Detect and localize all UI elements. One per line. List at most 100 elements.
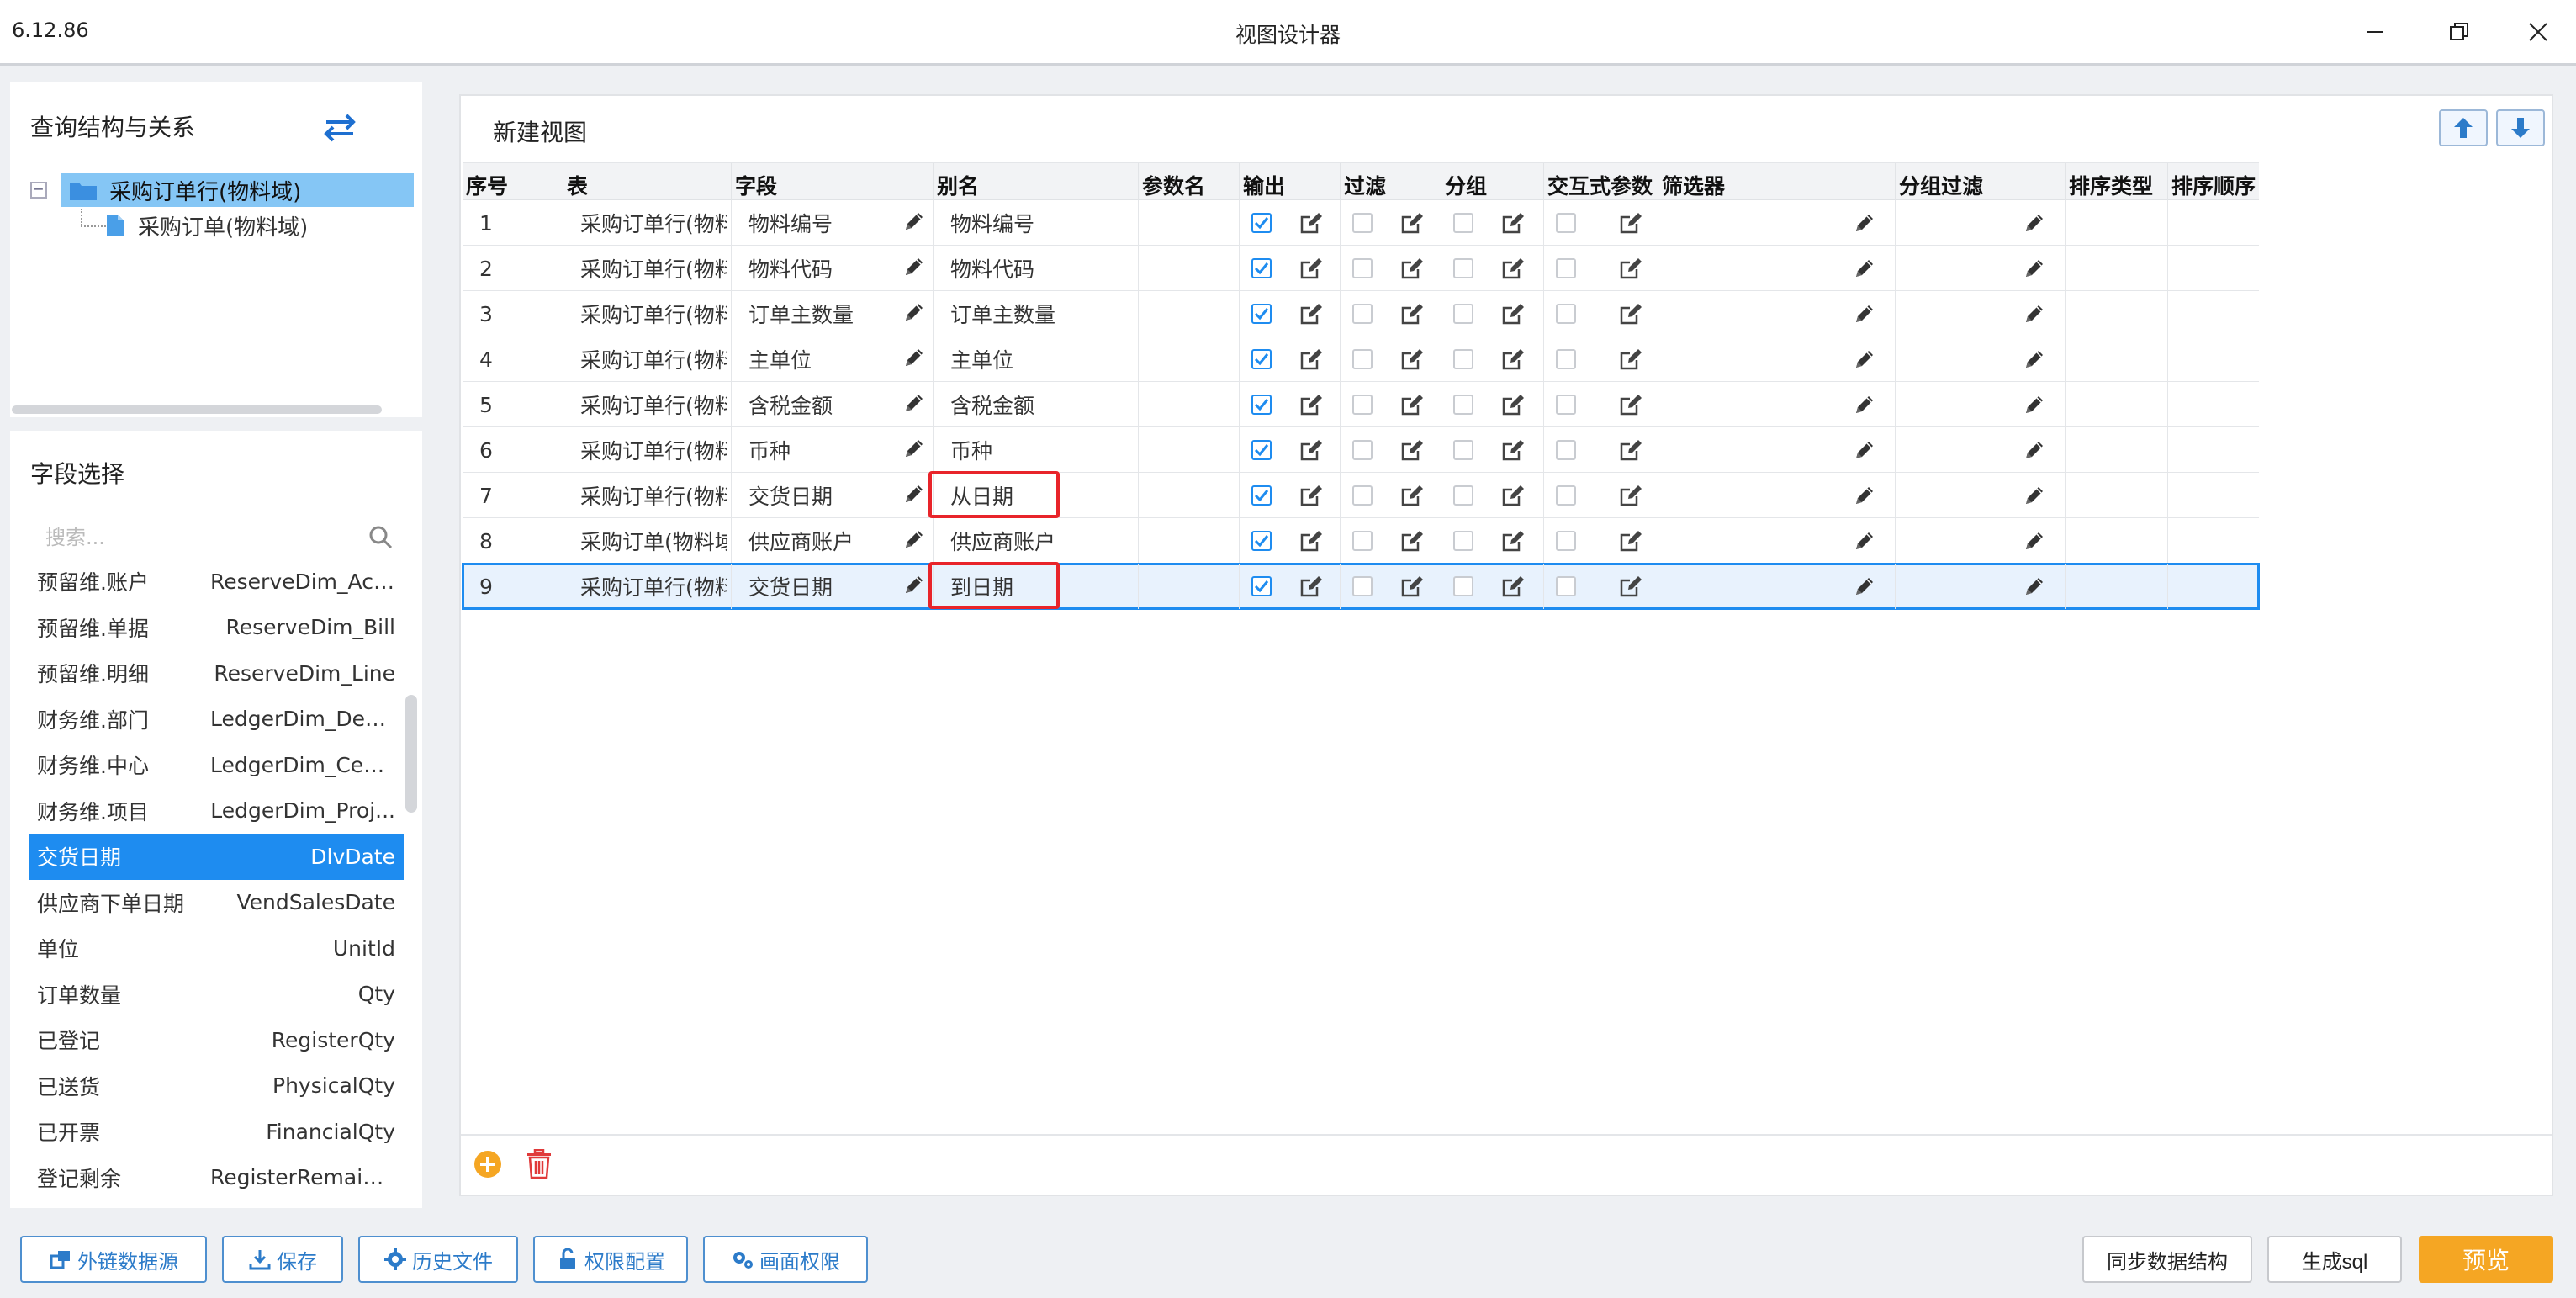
preview-button[interactable]: 预览 <box>2419 1236 2553 1283</box>
edit-icon[interactable] <box>1500 528 1526 554</box>
tree-node-child[interactable]: 采购订单(物料域) <box>106 210 308 241</box>
checkbox[interactable] <box>1251 304 1272 324</box>
field-list-item[interactable]: 已登记 RegisterQty <box>29 1017 404 1063</box>
checkbox[interactable] <box>1453 485 1473 506</box>
checkbox[interactable] <box>1352 213 1373 233</box>
close-button[interactable] <box>2515 12 2562 52</box>
field-list-item[interactable]: 预留维.单据 ReserveDim_Bill <box>29 605 404 651</box>
pencil-icon[interactable] <box>1854 439 1875 461</box>
edit-icon[interactable] <box>1618 347 1643 372</box>
field-list-item[interactable]: 预留维.明细 ReserveDim_Line <box>29 650 404 697</box>
pencil-icon[interactable] <box>1854 303 1875 325</box>
tree-collapse-toggle[interactable]: − <box>30 182 47 199</box>
column-header-groupfilter[interactable]: 分组过滤 <box>1896 163 2066 200</box>
edit-icon[interactable] <box>1500 483 1526 508</box>
edit-icon[interactable] <box>1500 347 1526 372</box>
edit-icon[interactable] <box>1500 301 1526 326</box>
checkbox[interactable] <box>1556 213 1576 233</box>
move-down-button[interactable] <box>2496 109 2545 146</box>
column-header-filter[interactable]: 过滤 <box>1341 163 1441 200</box>
checkbox[interactable] <box>1251 395 1272 415</box>
field-list-item[interactable]: 供应商下单日期 VendSalesDate <box>29 880 404 926</box>
edit-icon[interactable] <box>1500 437 1526 463</box>
field-list-item[interactable]: 订单数量 Qty <box>29 972 404 1018</box>
checkbox[interactable] <box>1556 576 1576 596</box>
checkbox[interactable] <box>1352 440 1373 460</box>
checkbox[interactable] <box>1556 440 1576 460</box>
column-header-sorttype[interactable]: 排序类型 <box>2066 163 2168 200</box>
checkbox[interactable] <box>1453 349 1473 369</box>
edit-icon[interactable] <box>1299 528 1324 554</box>
edit-icon[interactable] <box>1299 392 1324 417</box>
checkbox[interactable] <box>1251 485 1272 506</box>
search-icon[interactable] <box>368 525 394 550</box>
checkbox[interactable] <box>1251 440 1272 460</box>
edit-icon[interactable] <box>1618 210 1643 236</box>
field-list-item[interactable]: 财务维.项目 LedgerDim_Proj... <box>29 788 404 834</box>
swap-icon[interactable] <box>315 111 365 145</box>
pencil-icon[interactable] <box>903 528 925 550</box>
edit-icon[interactable] <box>1618 437 1643 463</box>
checkbox[interactable] <box>1352 304 1373 324</box>
table-row[interactable]: 2 采购订单行(物料域) 物料代码 物料代码 <box>463 246 2267 291</box>
table-row[interactable]: 1 采购订单行(物料域) 物料编号 物料编号 <box>463 200 2267 246</box>
checkbox[interactable] <box>1453 440 1473 460</box>
pencil-icon[interactable] <box>2023 394 2045 416</box>
checkbox[interactable] <box>1352 576 1373 596</box>
edit-icon[interactable] <box>1299 210 1324 236</box>
save-button[interactable]: 保存 <box>222 1236 343 1283</box>
table-row[interactable]: 3 采购订单行(物料域) 订单主数量 订单主数量 <box>463 291 2267 336</box>
checkbox[interactable] <box>1352 258 1373 278</box>
generate-sql-button[interactable]: 生成sql <box>2267 1236 2402 1283</box>
pencil-icon[interactable] <box>1854 530 1875 552</box>
pencil-icon[interactable] <box>1854 348 1875 370</box>
pencil-icon[interactable] <box>903 210 925 232</box>
checkbox[interactable] <box>1556 531 1576 551</box>
pencil-icon[interactable] <box>903 347 925 368</box>
table-row[interactable]: 4 采购订单行(物料域) 主单位 主单位 <box>463 336 2267 382</box>
checkbox[interactable] <box>1453 395 1473 415</box>
checkbox[interactable] <box>1251 576 1272 596</box>
checkbox[interactable] <box>1453 304 1473 324</box>
pencil-icon[interactable] <box>2023 485 2045 506</box>
checkbox[interactable] <box>1251 258 1272 278</box>
edit-icon[interactable] <box>1299 437 1324 463</box>
edit-icon[interactable] <box>1299 347 1324 372</box>
field-list-item[interactable]: 已送货 PhysicalQty <box>29 1063 404 1110</box>
edit-icon[interactable] <box>1500 574 1526 599</box>
pencil-icon[interactable] <box>903 574 925 596</box>
table-row[interactable]: 7 采购订单行(物料域) 交货日期 从日期 <box>463 471 2267 518</box>
field-list-item[interactable]: 单位 UnitId <box>29 925 404 972</box>
edit-icon[interactable] <box>1399 483 1425 508</box>
pencil-icon[interactable] <box>2023 257 2045 279</box>
field-list-item[interactable]: 交货日期 DlvDate <box>29 834 404 880</box>
table-row[interactable]: 8 采购订单(物料域) 供应商账户 供应商账户 <box>463 518 2267 564</box>
history-files-button[interactable]: 历史文件 <box>358 1236 518 1283</box>
checkbox[interactable] <box>1352 395 1373 415</box>
checkbox[interactable] <box>1251 213 1272 233</box>
edit-icon[interactable] <box>1618 256 1643 281</box>
permission-config-button[interactable]: 权限配置 <box>533 1236 688 1283</box>
pencil-icon[interactable] <box>903 256 925 278</box>
pencil-icon[interactable] <box>2023 530 2045 552</box>
field-list-item[interactable]: 已开票 FinancialQty <box>29 1109 404 1155</box>
checkbox[interactable] <box>1453 258 1473 278</box>
pencil-icon[interactable] <box>1854 212 1875 234</box>
checkbox[interactable] <box>1556 304 1576 324</box>
checkbox[interactable] <box>1453 576 1473 596</box>
column-header-table[interactable]: 表 <box>563 163 732 200</box>
sync-structure-button[interactable]: 同步数据结构 <box>2082 1236 2252 1283</box>
checkbox[interactable] <box>1251 531 1272 551</box>
search-input[interactable] <box>29 517 348 559</box>
checkbox[interactable] <box>1352 485 1373 506</box>
minimize-button[interactable] <box>2351 12 2399 52</box>
field-list-item[interactable]: 登记剩余 RegisterRemainQty <box>29 1155 404 1201</box>
add-row-icon[interactable] <box>473 1149 503 1179</box>
pencil-icon[interactable] <box>2023 348 2045 370</box>
checkbox[interactable] <box>1453 213 1473 233</box>
external-datasource-button[interactable]: 外链数据源 <box>20 1236 207 1283</box>
pencil-icon[interactable] <box>903 392 925 414</box>
checkbox[interactable] <box>1453 531 1473 551</box>
edit-icon[interactable] <box>1399 301 1425 326</box>
pencil-icon[interactable] <box>1854 575 1875 597</box>
